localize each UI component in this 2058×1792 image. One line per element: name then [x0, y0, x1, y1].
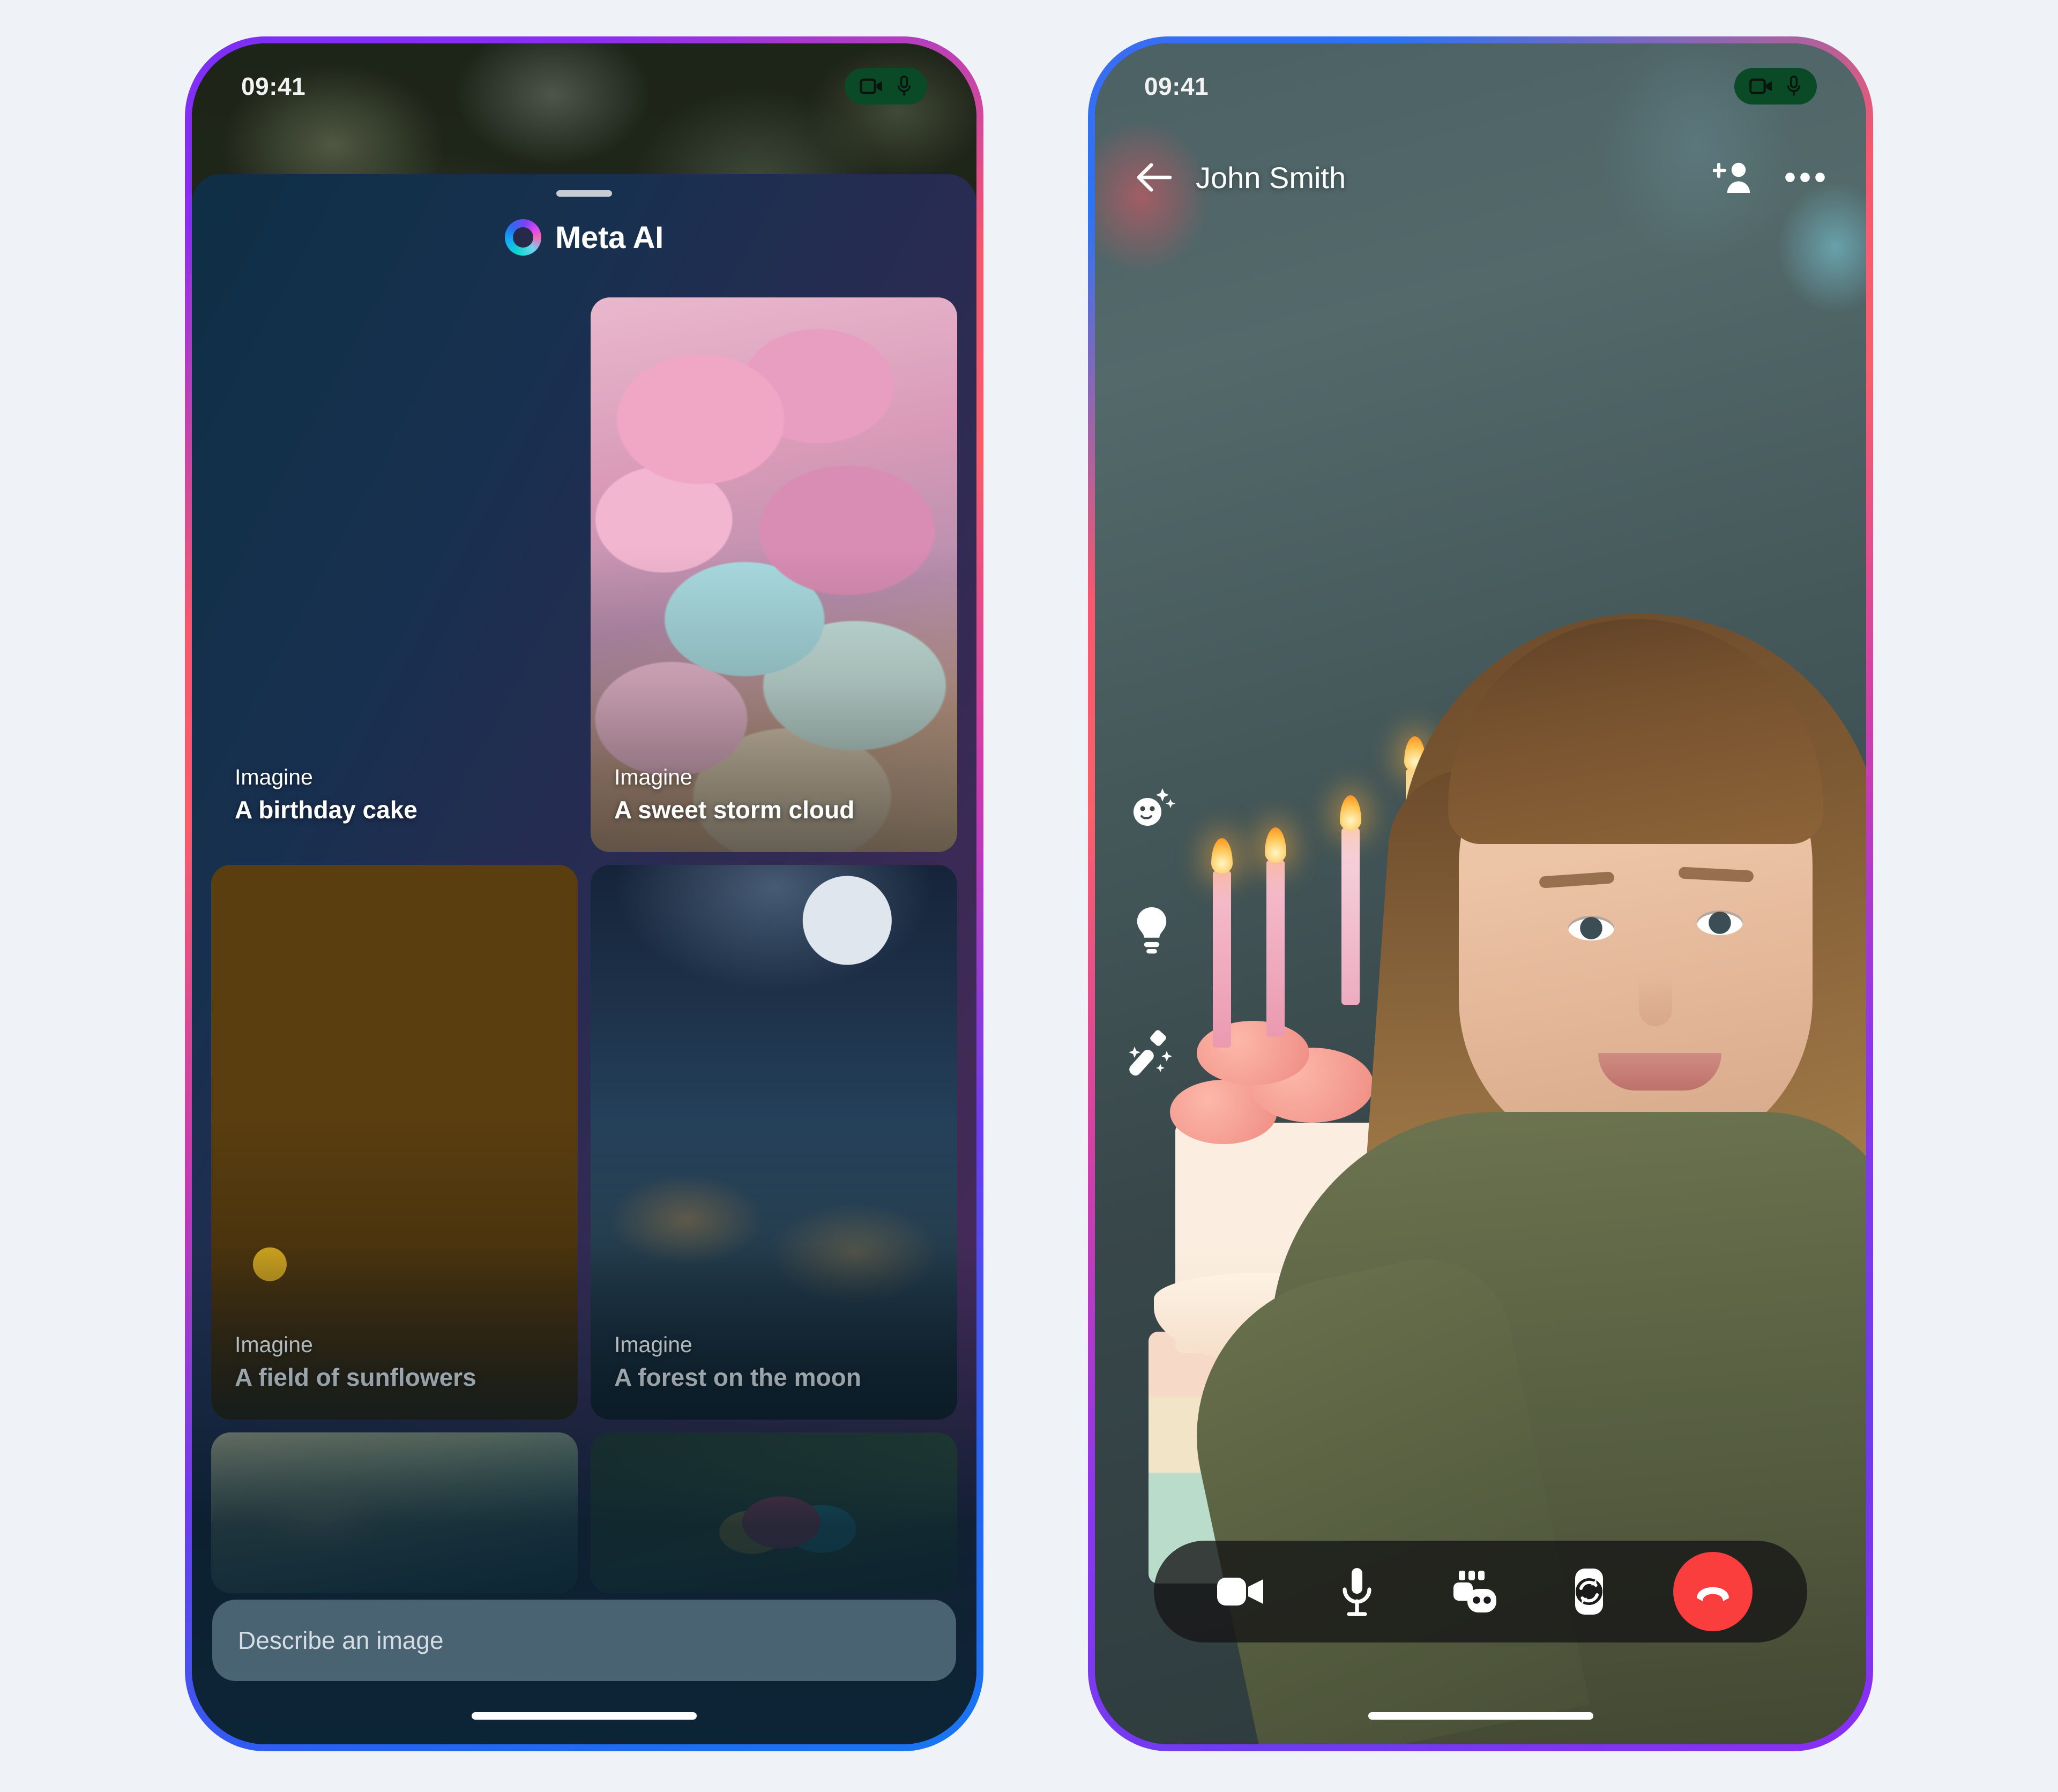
call-effects-column — [1126, 783, 1177, 1077]
left-status-time: 09:41 — [241, 72, 306, 100]
imagine-card-thumbnail[interactable] — [591, 1432, 957, 1593]
right-status-time: 09:41 — [1144, 72, 1209, 100]
imagine-card-thumbnail[interactable] — [211, 1432, 578, 1593]
imagine-card[interactable]: Imagine A forest on the moon — [591, 865, 957, 1420]
video-recording-icon — [1749, 78, 1772, 94]
card-kicker: Imagine — [614, 1332, 692, 1357]
touch-up-wand-icon[interactable] — [1126, 1025, 1177, 1077]
home-indicator — [472, 1712, 697, 1720]
meta-ai-sheet: Meta AI Imagine A birthday cake Imagine … — [192, 174, 976, 1744]
video-camera-icon[interactable] — [1209, 1559, 1273, 1624]
microphone-active-icon — [897, 76, 911, 96]
left-status-bar: 09:41 — [192, 43, 976, 129]
card-caption: Imagine A forest on the moon — [614, 1330, 941, 1394]
card-artwork — [211, 1432, 578, 1593]
card-kicker: Imagine — [235, 764, 313, 789]
home-indicator — [1368, 1712, 1593, 1720]
flip-camera-icon[interactable] — [1557, 1559, 1621, 1624]
meta-ai-ring-icon — [504, 219, 541, 256]
avatar-effects-icon[interactable] — [1126, 783, 1177, 834]
microphone-active-icon — [1787, 76, 1801, 96]
end-call-icon[interactable] — [1673, 1552, 1753, 1631]
imagine-card[interactable]: Imagine A field of sunflowers — [211, 865, 578, 1420]
describe-image-placeholder: Describe an image — [238, 1626, 444, 1654]
video-recording-icon — [860, 78, 882, 94]
left-phone-screen: 09:41 Meta AI Imagine A birthday cake Im… — [192, 43, 976, 1744]
right-phone-screen: 09:41 John Smith — [1095, 43, 1866, 1744]
call-header-bar: John Smith — [1095, 140, 1866, 215]
right-recording-indicator-pill — [1734, 68, 1817, 104]
card-artwork — [591, 1432, 957, 1593]
meta-ai-title-row: Meta AI — [192, 219, 976, 256]
effects-games-icon[interactable] — [1441, 1559, 1505, 1624]
right-status-bar: 09:41 — [1095, 43, 1866, 129]
describe-image-input[interactable]: Describe an image — [212, 1600, 956, 1681]
call-header-actions — [1713, 160, 1825, 195]
card-prompt: A forest on the moon — [614, 1363, 861, 1392]
screenshot-stage: 09:41 Meta AI Imagine A birthday cake Im… — [0, 0, 2058, 1792]
sheet-drag-handle[interactable] — [556, 190, 612, 197]
call-participant-video — [1167, 372, 1866, 1744]
imagine-card-grid: Imagine A birthday cake Imagine A sweet … — [192, 297, 976, 1744]
more-options-icon[interactable] — [1785, 171, 1825, 183]
phone-right-frame: 09:41 John Smith — [1088, 36, 1873, 1751]
card-kicker: Imagine — [614, 764, 692, 789]
lighting-icon[interactable] — [1126, 904, 1177, 955]
phone-left-frame: 09:41 Meta AI Imagine A birthday cake Im… — [185, 36, 983, 1751]
meta-ai-title: Meta AI — [555, 220, 663, 255]
back-arrow-icon[interactable] — [1136, 161, 1173, 194]
call-contact-name: John Smith — [1196, 160, 1346, 195]
add-person-icon[interactable] — [1713, 160, 1754, 195]
card-kicker: Imagine — [235, 1332, 313, 1357]
call-control-bar — [1154, 1541, 1807, 1642]
card-caption: Imagine A field of sunflowers — [235, 1330, 562, 1394]
card-caption: Imagine A sweet storm cloud — [614, 763, 941, 826]
imagine-card[interactable]: Imagine A birthday cake — [211, 297, 578, 852]
card-prompt: A birthday cake — [235, 796, 417, 824]
card-prompt: A sweet storm cloud — [614, 796, 855, 824]
card-prompt: A field of sunflowers — [235, 1363, 476, 1392]
card-caption: Imagine A birthday cake — [235, 763, 562, 826]
left-recording-indicator-pill — [845, 68, 927, 104]
imagine-card[interactable]: Imagine A sweet storm cloud — [591, 297, 957, 852]
video-call-view: 09:41 John Smith — [1095, 43, 1866, 1744]
microphone-icon[interactable] — [1325, 1559, 1389, 1624]
